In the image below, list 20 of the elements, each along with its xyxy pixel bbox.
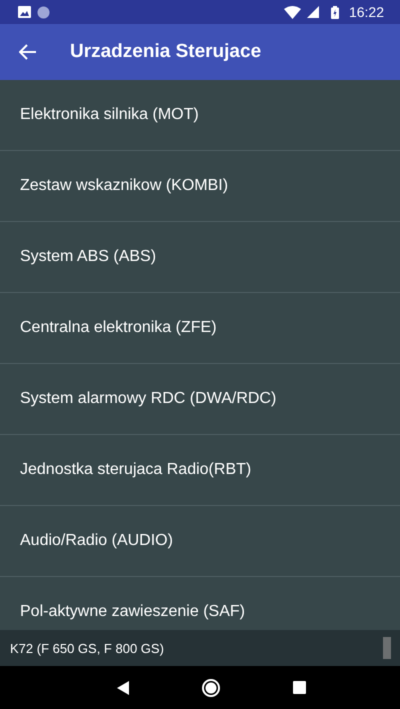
- circle-icon: [37, 6, 50, 18]
- status-time: 16:22: [348, 4, 384, 20]
- list-item[interactable]: Centralna elektronika (ZFE): [0, 293, 400, 364]
- battery-icon: [330, 6, 339, 18]
- back-icon[interactable]: [19, 44, 37, 60]
- list-item[interactable]: Zestaw wskaznikow (KOMBI): [0, 151, 400, 222]
- list-item[interactable]: Jednostka sterujaca Radio(RBT): [0, 435, 400, 506]
- list-item[interactable]: System alarmowy RDC (DWA/RDC): [0, 364, 400, 435]
- image-icon: [18, 6, 31, 18]
- screen-title: Urzadzenia Sterujace: [70, 41, 262, 63]
- scroll-thumb: [383, 637, 391, 659]
- list-item[interactable]: Elektronika silnika (MOT): [0, 80, 400, 151]
- footer-text: K72 (F 650 GS, F 800 GS): [10, 640, 164, 656]
- home-icon[interactable]: [201, 678, 222, 698]
- recents-icon[interactable]: [293, 681, 306, 694]
- signal-icon: [306, 6, 319, 18]
- list-item[interactable]: Audio/Radio (AUDIO): [0, 506, 400, 577]
- wifi-icon: [284, 6, 301, 18]
- list-item[interactable]: System ABS (ABS): [0, 222, 400, 293]
- back-icon[interactable]: [116, 680, 130, 696]
